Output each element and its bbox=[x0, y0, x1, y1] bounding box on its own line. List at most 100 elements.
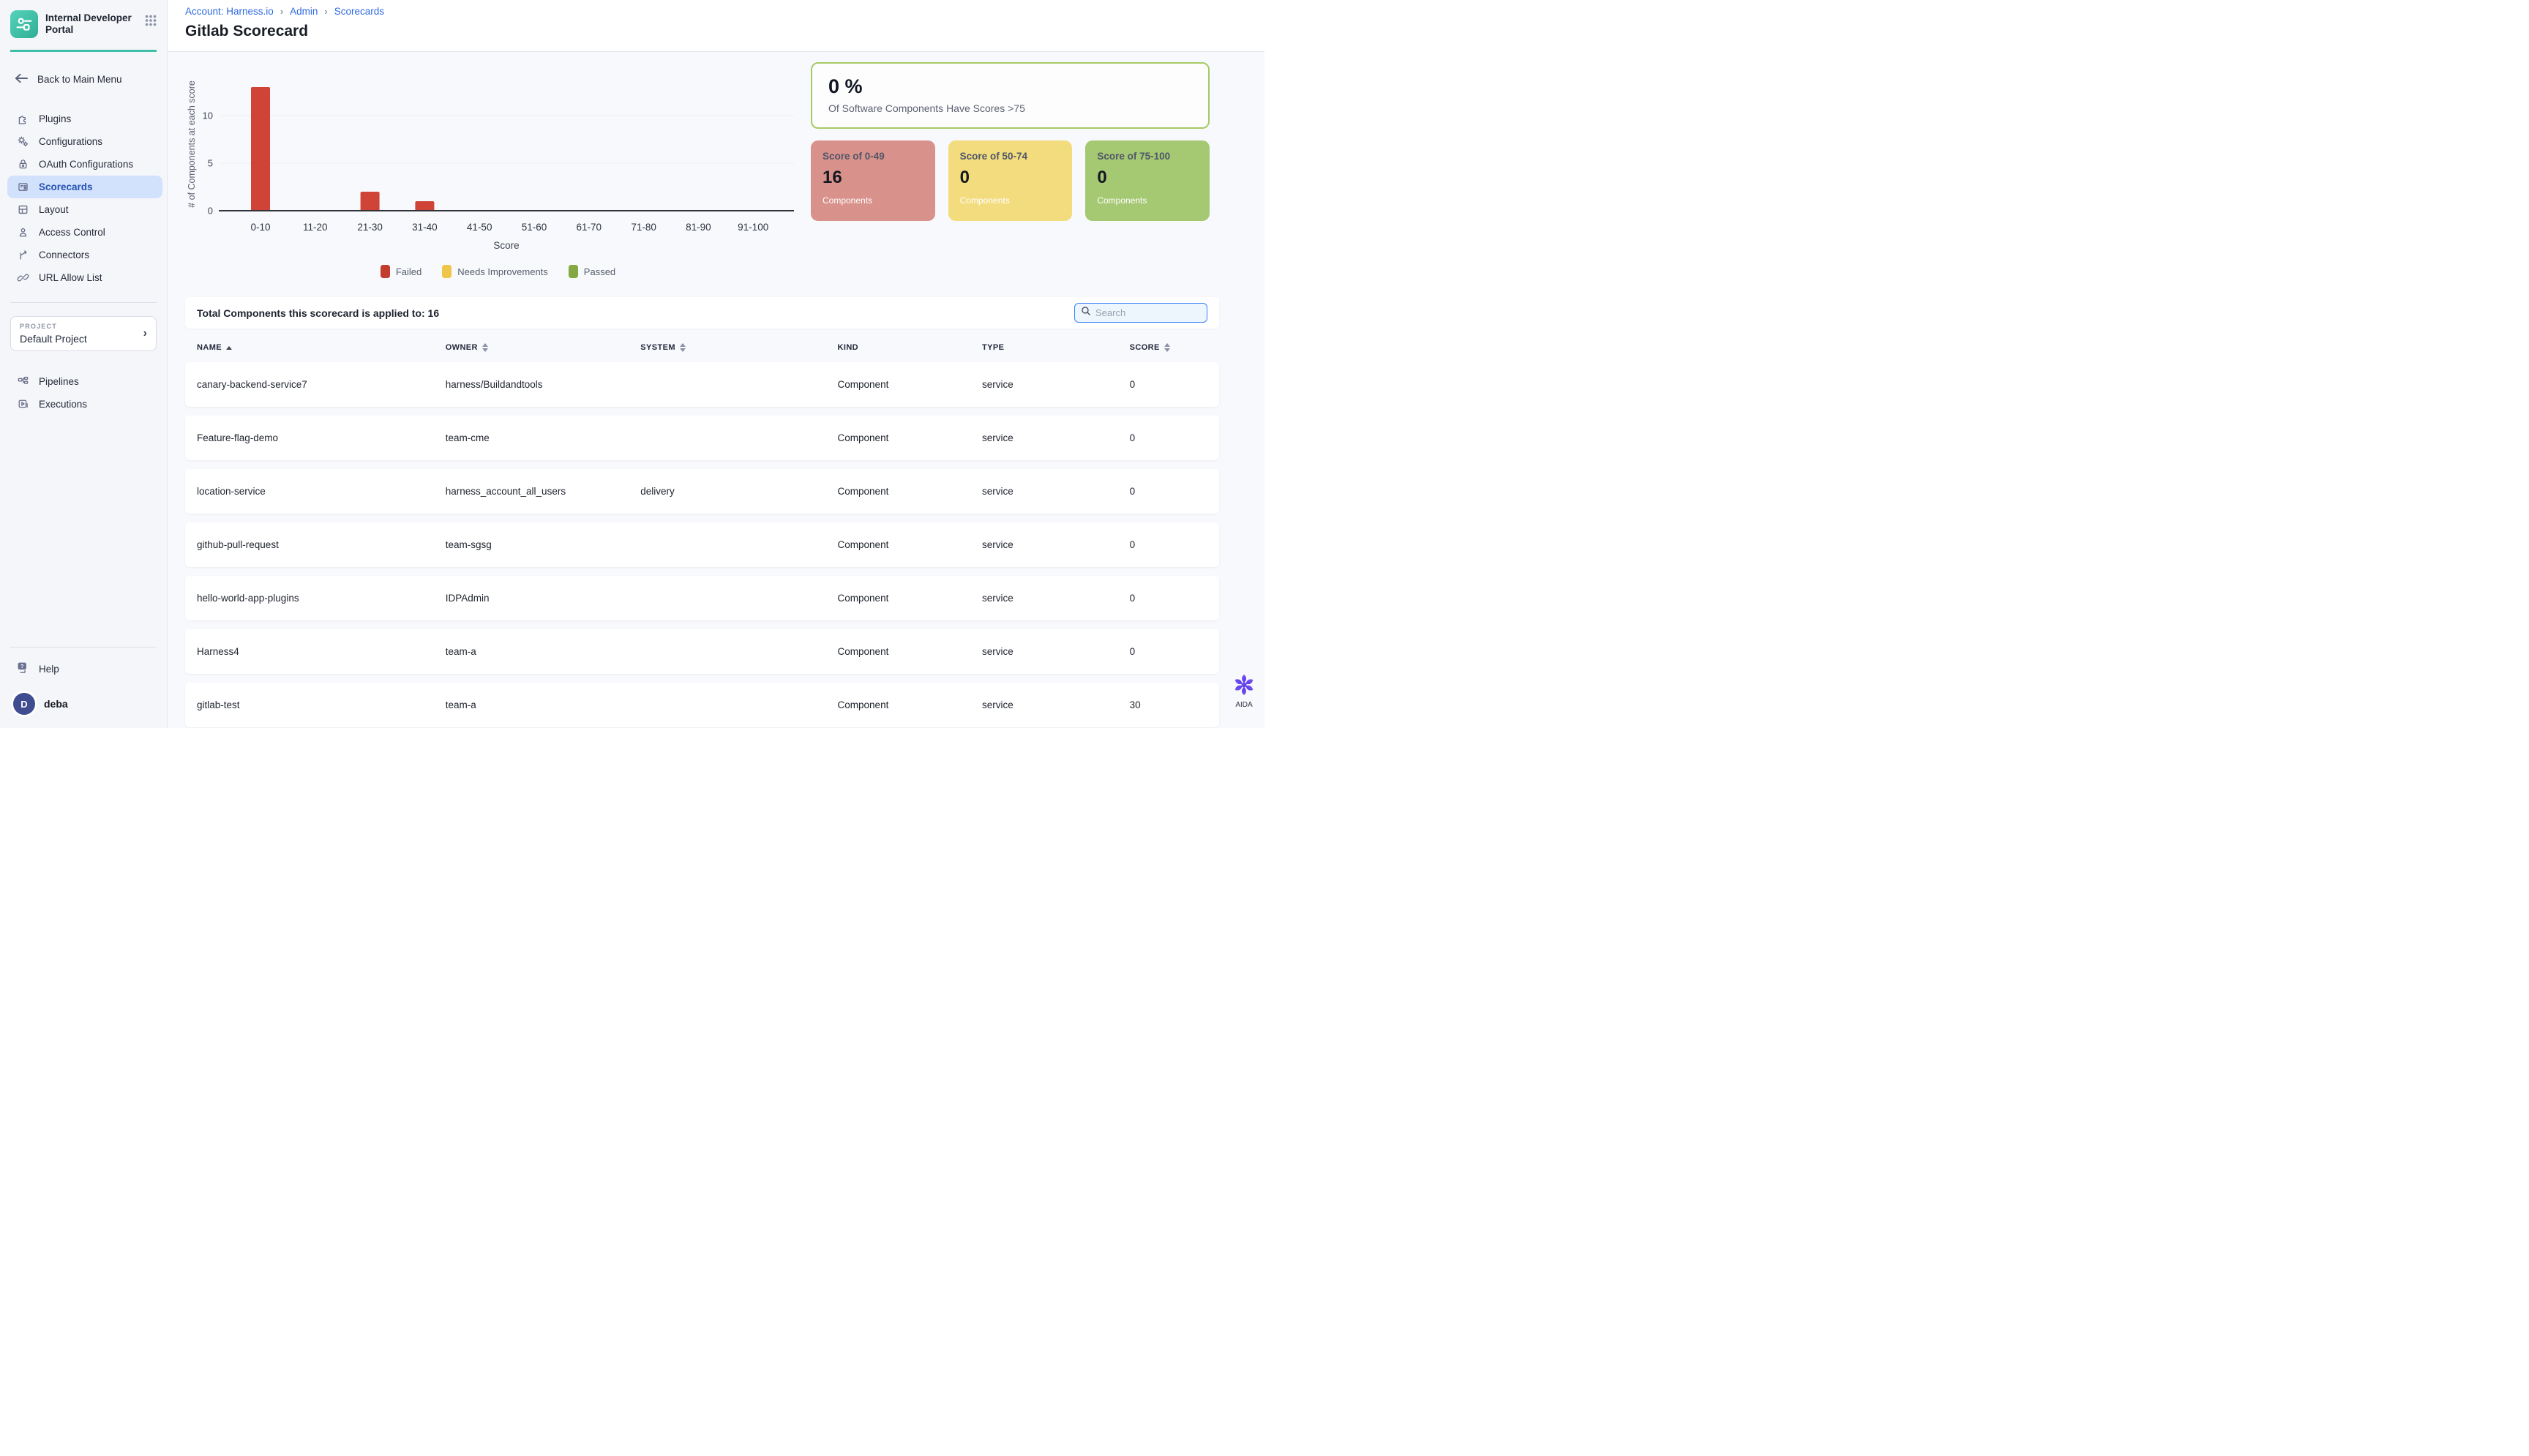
sidebar-item-oauth-configurations[interactable]: OAuth Configurations bbox=[7, 153, 162, 176]
sidebar-header: Internal Developer Portal bbox=[0, 0, 167, 52]
score-card-value: 0 bbox=[960, 168, 1061, 188]
sidebar-item-label: Scorecards bbox=[39, 181, 93, 192]
scorecard-icon bbox=[16, 181, 29, 194]
cell: 0 bbox=[1130, 379, 1204, 390]
cell: 0 bbox=[1130, 486, 1204, 497]
cell: Component bbox=[838, 593, 982, 604]
cell: service bbox=[982, 539, 1130, 550]
score-card-title: Score of 75-100 bbox=[1097, 151, 1198, 162]
chevron-right-icon: › bbox=[324, 6, 327, 17]
table-row[interactable]: canary-backend-service7harness/Buildandt… bbox=[185, 362, 1219, 407]
sidebar-item-pipelines[interactable]: Pipelines bbox=[7, 370, 162, 393]
sidebar-item-scorecards[interactable]: Scorecards bbox=[7, 176, 162, 198]
chevron-right-icon: › bbox=[143, 327, 147, 340]
column-header-kind: KIND bbox=[838, 343, 982, 352]
layout-icon bbox=[16, 203, 29, 217]
svg-text:Score: Score bbox=[493, 240, 519, 251]
table-row[interactable]: Harness4team-aComponentservice0 bbox=[185, 629, 1219, 674]
components-table: Total Components this scorecard is appli… bbox=[185, 297, 1219, 727]
page-header: Account: Harness.io › Admin › Scorecards… bbox=[168, 0, 1264, 52]
table-row[interactable]: hello-world-app-pluginsIDPAdminComponent… bbox=[185, 576, 1219, 620]
cell: team-a bbox=[446, 646, 641, 657]
sidebar-item-label: Pipelines bbox=[39, 376, 79, 387]
help-chat-icon: ? bbox=[16, 661, 30, 677]
sidebar-item-access-control[interactable]: Access Control bbox=[7, 221, 162, 244]
score-card-caption: Components bbox=[1097, 195, 1198, 206]
sidebar-item-label: Layout bbox=[39, 204, 69, 215]
svg-text:5: 5 bbox=[208, 158, 213, 169]
column-header-score[interactable]: SCORE bbox=[1130, 343, 1204, 352]
aida-button[interactable]: AIDA bbox=[1231, 672, 1257, 709]
aida-label: AIDA bbox=[1235, 701, 1252, 709]
main-area: Account: Harness.io › Admin › Scorecards… bbox=[168, 0, 1264, 728]
sort-icon bbox=[680, 343, 686, 352]
arrow-left-icon bbox=[15, 73, 29, 86]
sidebar-item-label: OAuth Configurations bbox=[39, 159, 133, 170]
sidebar-footer: ? Help D deba bbox=[0, 634, 167, 728]
breadcrumb-scorecards[interactable]: Scorecards bbox=[334, 6, 384, 17]
stats-panel: 0 % Of Software Components Have Scores >… bbox=[811, 62, 1210, 278]
column-header-owner[interactable]: OWNER bbox=[446, 343, 641, 352]
breadcrumb-admin[interactable]: Admin bbox=[290, 6, 318, 17]
project-selector[interactable]: PROJECT Default Project › bbox=[10, 316, 157, 351]
cell: Component bbox=[838, 379, 982, 390]
divider bbox=[10, 302, 157, 303]
svg-text:51-60: 51-60 bbox=[522, 222, 547, 233]
score-range-card: Score of 75-1000Components bbox=[1085, 140, 1210, 221]
breadcrumb-account[interactable]: Account: Harness.io bbox=[185, 6, 274, 17]
svg-text:41-50: 41-50 bbox=[467, 222, 492, 233]
search-input[interactable] bbox=[1095, 307, 1201, 318]
sidebar-item-url-allow-list[interactable]: URL Allow List bbox=[7, 266, 162, 289]
admin-nav: Plugins Configurations OAuth Configurati… bbox=[0, 108, 167, 289]
svg-text:# of Components at each score: # of Components at each score bbox=[187, 80, 197, 208]
table-row[interactable]: location-serviceharness_account_all_user… bbox=[185, 469, 1219, 514]
svg-text:71-80: 71-80 bbox=[631, 222, 656, 233]
svg-text:21-30: 21-30 bbox=[357, 222, 383, 233]
table-row[interactable]: github-pull-requestteam-sgsgComponentser… bbox=[185, 522, 1219, 567]
aida-icon bbox=[1231, 672, 1257, 698]
table-row[interactable]: gitlab-testteam-aComponentservice30 bbox=[185, 683, 1219, 727]
sidebar-item-connectors[interactable]: Connectors bbox=[7, 244, 162, 266]
bar-0-10 bbox=[251, 87, 270, 211]
signpost-icon bbox=[16, 249, 29, 262]
pct-value: 0 % bbox=[828, 75, 1192, 98]
pipelines-icon bbox=[16, 375, 29, 389]
page-title: Gitlab Scorecard bbox=[185, 23, 1247, 40]
svg-text:0-10: 0-10 bbox=[250, 222, 270, 233]
sidebar-item-layout[interactable]: Layout bbox=[7, 198, 162, 221]
user-menu[interactable]: D deba bbox=[0, 693, 167, 715]
score-distribution-chart: 05100-1011-2021-3031-4041-5051-6061-7071… bbox=[185, 62, 811, 278]
cell: Feature-flag-demo bbox=[197, 432, 446, 443]
sidebar-item-label: Configurations bbox=[39, 136, 102, 147]
cell: 30 bbox=[1130, 699, 1204, 710]
help-button[interactable]: ? Help bbox=[0, 656, 167, 681]
sidebar-item-configurations[interactable]: Configurations bbox=[7, 130, 162, 153]
score-range-cards: Score of 0-4916ComponentsScore of 50-740… bbox=[811, 140, 1210, 221]
table-summary-band: Total Components this scorecard is appli… bbox=[185, 297, 1219, 329]
lock-icon bbox=[16, 158, 29, 171]
score-card-title: Score of 0-49 bbox=[823, 151, 923, 162]
avatar: D bbox=[13, 693, 35, 715]
sidebar-item-plugins[interactable]: Plugins bbox=[7, 108, 162, 130]
chevron-right-icon: › bbox=[280, 6, 283, 17]
sidebar-item-label: Connectors bbox=[39, 249, 89, 260]
sidebar: Internal Developer Portal Back to Main M… bbox=[0, 0, 168, 728]
column-header-system[interactable]: SYSTEM bbox=[640, 343, 837, 352]
cell: IDPAdmin bbox=[446, 593, 641, 604]
cell: Component bbox=[838, 432, 982, 443]
search-box[interactable] bbox=[1074, 303, 1207, 323]
project-name: Default Project bbox=[20, 333, 143, 345]
table-row[interactable]: Feature-flag-demoteam-cmeComponentservic… bbox=[185, 416, 1219, 460]
back-to-main-menu[interactable]: Back to Main Menu bbox=[0, 68, 167, 90]
cell: Component bbox=[838, 646, 982, 657]
back-label: Back to Main Menu bbox=[37, 74, 122, 85]
column-header-name[interactable]: NAME bbox=[197, 343, 446, 352]
cell: service bbox=[982, 646, 1130, 657]
project-label: PROJECT bbox=[20, 323, 143, 330]
cell: service bbox=[982, 432, 1130, 443]
bar-21-30 bbox=[361, 192, 380, 211]
score-range-card: Score of 0-4916Components bbox=[811, 140, 935, 221]
sidebar-item-executions[interactable]: Executions bbox=[7, 393, 162, 416]
legend-item-passed: Passed bbox=[569, 265, 615, 278]
app-launcher-icon[interactable] bbox=[145, 15, 157, 30]
